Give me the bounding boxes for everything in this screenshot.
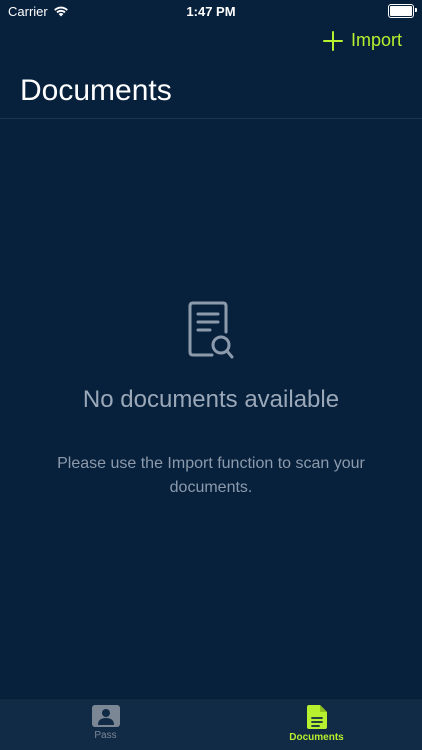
tab-documents-label: Documents	[289, 732, 344, 743]
tab-pass[interactable]: Pass	[0, 699, 211, 750]
person-card-icon	[91, 705, 120, 727]
empty-state: No documents available Please use the Im…	[0, 300, 422, 500]
document-search-icon	[188, 301, 234, 359]
carrier-info: Carrier	[8, 4, 69, 19]
large-title-area: Documents	[0, 66, 422, 119]
empty-state-title: No documents available	[82, 386, 340, 413]
import-label: Import	[350, 30, 402, 50]
plus-icon	[322, 30, 343, 51]
page-title: Documents	[20, 74, 172, 107]
navigation-bar: Import	[0, 22, 422, 66]
wifi-icon	[53, 6, 68, 17]
battery-icon	[388, 4, 417, 18]
status-bar: Carrier 1:47 PM	[0, 0, 422, 22]
tab-documents[interactable]: Documents	[211, 699, 422, 750]
import-button[interactable]: Import	[322, 30, 402, 51]
empty-state-description: Please use the Import function to scan y…	[57, 455, 365, 496]
carrier-label: Carrier	[8, 3, 48, 19]
tab-bar: Pass Documents	[0, 698, 422, 750]
document-icon	[306, 705, 327, 729]
tab-pass-label: Pass	[94, 730, 117, 741]
